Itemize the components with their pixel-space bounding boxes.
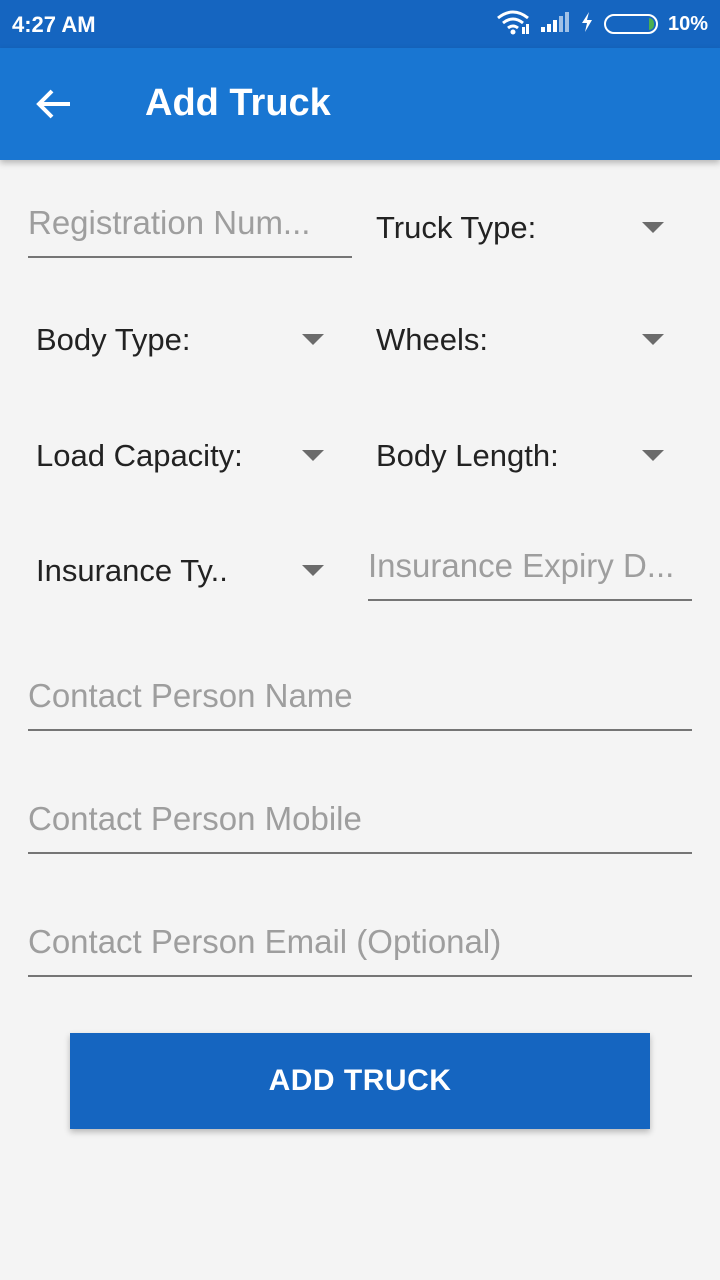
dropdown-arrow-icon — [642, 334, 664, 345]
load-capacity-dropdown[interactable]: Load Capacity: — [36, 426, 324, 486]
wheels-dropdown[interactable]: Wheels: — [376, 310, 664, 370]
battery-fill — [648, 18, 654, 30]
body-length-dropdown[interactable]: Body Length: — [376, 426, 664, 486]
wifi-icon — [496, 9, 530, 40]
add-truck-button[interactable]: ADD TRUCK — [70, 1033, 650, 1129]
body-length-label: Body Length: — [376, 438, 559, 473]
body-type-label: Body Type: — [36, 322, 191, 357]
dropdown-arrow-icon — [302, 450, 324, 461]
truck-type-dropdown[interactable]: Truck Type: — [376, 198, 664, 258]
insurance-type-label: Insurance Ty.. — [36, 553, 228, 588]
truck-type-label: Truck Type: — [376, 210, 537, 245]
status-icons: 10% — [496, 10, 708, 38]
battery-icon — [603, 14, 658, 34]
page-title: Add Truck — [145, 82, 331, 124]
arrow-left-icon — [36, 88, 72, 125]
status-bar: 4:27 AM 10% — [0, 0, 720, 48]
insurance-expiry-input[interactable]: Insurance Expiry D... — [368, 543, 692, 601]
charging-icon — [580, 11, 594, 38]
body-type-dropdown[interactable]: Body Type: — [36, 310, 324, 370]
signal-icon — [540, 11, 570, 38]
dropdown-arrow-icon — [302, 565, 324, 576]
back-button[interactable] — [24, 76, 84, 136]
wheels-label: Wheels: — [376, 322, 488, 357]
status-time: 4:27 AM — [12, 12, 96, 37]
dropdown-arrow-icon — [642, 450, 664, 461]
contact-name-input[interactable]: Contact Person Name — [28, 673, 692, 731]
contact-email-input[interactable]: Contact Person Email (Optional) — [28, 919, 692, 977]
insurance-type-dropdown[interactable]: Insurance Ty.. — [36, 541, 324, 601]
contact-mobile-input[interactable]: Contact Person Mobile — [28, 796, 692, 854]
dropdown-arrow-icon — [302, 334, 324, 345]
battery-percent: 10% — [667, 12, 708, 35]
registration-number-input[interactable]: Registration Num... — [28, 200, 352, 258]
dropdown-arrow-icon — [642, 222, 664, 233]
load-capacity-label: Load Capacity: — [36, 438, 243, 473]
app-bar: Add Truck — [0, 48, 720, 160]
